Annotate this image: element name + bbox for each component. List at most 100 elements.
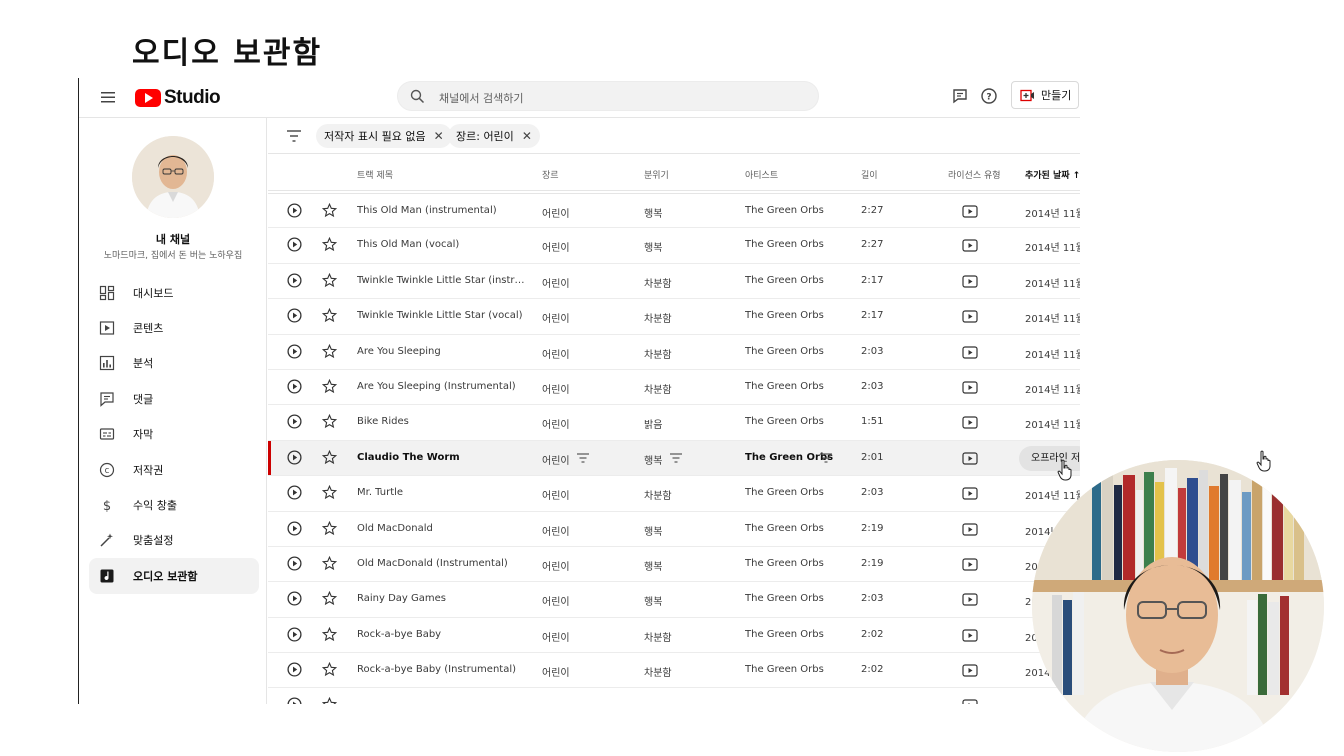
play-icon[interactable] — [287, 556, 302, 574]
create-button-label: 만들기 — [1041, 89, 1072, 102]
star-icon[interactable] — [321, 520, 338, 539]
play-icon[interactable] — [287, 308, 302, 326]
column-header-title[interactable]: 트랙 제목 — [357, 168, 393, 181]
table-row[interactable]: Rock-a-bye Baby (Instrumental) 어린이 차분함 The … — [268, 653, 1080, 689]
filter-chip-no-attribution[interactable]: 저작자 표시 필요 없음 ✕ — [316, 124, 452, 148]
sidebar-item-dashboard[interactable]: 대시보드 — [89, 275, 259, 310]
play-icon[interactable] — [287, 697, 302, 704]
star-icon[interactable] — [321, 449, 338, 468]
table-row[interactable]: Claudio The Worm 어린이 행복 The Green Orbs 2:01 오… — [268, 440, 1080, 477]
star-icon[interactable] — [321, 591, 338, 609]
column-header-license[interactable]: 라이선스 유형 — [948, 168, 1001, 181]
table-row[interactable]: This Old Man (instrumental) 어린이 행복 The Gree… — [268, 193, 1080, 229]
feedback-icon[interactable] — [951, 87, 969, 105]
hamburger-menu-icon[interactable] — [99, 88, 117, 106]
comments-icon — [99, 391, 115, 407]
sidebar-item-monetization[interactable]: $ 수익 창출 — [89, 487, 259, 522]
star-icon[interactable] — [321, 237, 338, 255]
track-length: 2:02 — [861, 664, 884, 676]
table-row[interactable]: Twinkle Twinkle Little Star (vocal) 어린이 차분… — [268, 299, 1080, 335]
filter-similar-icon[interactable] — [576, 452, 590, 467]
track-genre: 어린이 — [542, 209, 570, 220]
youtube-play-logo-icon — [135, 89, 161, 107]
column-header-date[interactable]: 추가된 날짜 ↑ — [1025, 168, 1080, 181]
play-icon[interactable] — [287, 379, 302, 397]
star-icon[interactable] — [321, 661, 338, 680]
filter-chip-label: 장르: 어린이 — [456, 130, 514, 143]
table-row[interactable]: Old MacDonald 어린이 행복 The Green Orbs 2:19 2014… — [268, 512, 1080, 547]
filter-similar-icon[interactable] — [819, 452, 833, 467]
svg-text:$: $ — [103, 499, 111, 513]
table-row[interactable]: Are You Sleeping 어린이 차분함 The Green Orbs 2:03… — [268, 335, 1080, 370]
star-icon[interactable] — [321, 272, 338, 291]
star-icon[interactable] — [321, 414, 338, 432]
table-row[interactable]: Rainy Day Games어린이행복The Green Orbs2:0320… — [268, 582, 1080, 618]
star-icon[interactable] — [321, 555, 338, 574]
star-icon[interactable] — [321, 202, 338, 221]
track-mood: 차분함 — [644, 314, 672, 326]
star-icon[interactable] — [321, 626, 338, 645]
track-mood: 행복 — [644, 455, 663, 467]
audio-library-panel: 저작자 표시 필요 없음 ✕ 장르: 어린이 ✕ 트랙 제목 장르 분위기 아티… — [268, 118, 1080, 704]
track-genre: 어린이 — [542, 384, 570, 396]
star-icon[interactable] — [321, 343, 338, 362]
studio-logo[interactable]: Studio — [135, 84, 221, 112]
column-header-length[interactable]: 길이 — [861, 168, 878, 181]
content-icon — [99, 320, 115, 336]
play-icon[interactable] — [287, 627, 302, 645]
track-genre: 어린이 — [542, 314, 570, 326]
track-title: Twinkle Twinkle Little Star (vocal) — [357, 310, 523, 322]
play-icon[interactable] — [287, 520, 302, 539]
star-icon[interactable] — [321, 378, 338, 397]
close-icon[interactable]: ✕ — [522, 129, 532, 143]
sidebar-item-subtitles[interactable]: 자막 — [89, 417, 259, 452]
close-icon[interactable]: ✕ — [434, 129, 444, 143]
play-icon[interactable] — [287, 485, 302, 503]
table-row[interactable]: Bike Rides 어린이 밝음 The Green Orbs 1:51 2014년 1… — [268, 405, 1080, 441]
star-icon[interactable] — [321, 308, 338, 326]
subtitles-icon — [99, 426, 115, 442]
sidebar-item-comments[interactable]: 댓글 — [89, 381, 259, 416]
youtube-studio-window: Studio 채널에서 검색하기 ? 만들기 내 채널 노마드마크, 집에서 돈… — [78, 78, 1080, 704]
track-mood: 행복 — [644, 597, 663, 609]
play-icon[interactable] — [287, 344, 302, 362]
play-icon[interactable] — [287, 414, 302, 432]
column-header-genre[interactable]: 장르 — [542, 168, 559, 181]
play-icon[interactable] — [287, 662, 302, 680]
sidebar-item-content[interactable]: 콘텐츠 — [89, 310, 259, 345]
sidebar-item-copyright[interactable]: c 저작권 — [89, 452, 259, 487]
filter-bar: 저작자 표시 필요 없음 ✕ 장르: 어린이 ✕ — [268, 118, 1080, 154]
filter-similar-icon[interactable] — [669, 452, 683, 467]
filter-chip-genre[interactable]: 장르: 어린이 ✕ — [448, 124, 540, 148]
track-mood: 밝음 — [644, 420, 663, 432]
track-list: This Old Man (instrumental) 어린이 행복 The Gree… — [268, 193, 1080, 704]
star-icon[interactable] — [321, 697, 338, 704]
star-icon[interactable] — [321, 484, 338, 503]
track-length: 2:02 — [861, 628, 884, 640]
play-icon[interactable] — [287, 203, 302, 221]
table-row[interactable]: This Old Man (vocal) 어린이 행복 The Green Orbs 2… — [268, 228, 1080, 264]
create-button[interactable]: 만들기 — [1011, 81, 1079, 109]
play-icon[interactable] — [287, 237, 302, 255]
channel-search-input[interactable]: 채널에서 검색하기 — [397, 81, 819, 111]
table-row[interactable]: Mr. Turtle 어린이 차분함 The Green Orbs 2:03 2014년 … — [268, 476, 1080, 512]
table-row[interactable] — [268, 688, 1080, 704]
sidebar-item-analytics[interactable]: 분석 — [89, 346, 259, 381]
track-artist: The Green Orbs — [745, 205, 824, 216]
filter-icon[interactable] — [286, 129, 302, 143]
column-header-mood[interactable]: 분위기 — [644, 168, 669, 181]
track-date-added: 2014년 11월 — [1025, 243, 1080, 255]
table-row[interactable]: Twinkle Twinkle Little Star (instrumenta… — [268, 264, 1080, 300]
table-row[interactable]: Old MacDonald (Instrumental) 어린이 행복 The Gre… — [268, 547, 1080, 583]
play-icon[interactable] — [287, 450, 302, 468]
table-row[interactable]: Are You Sleeping (Instrumental) 어린이 차분함 The… — [268, 370, 1080, 406]
channel-avatar[interactable] — [132, 136, 214, 218]
sidebar-item-customization[interactable]: 맞춤설정 — [89, 523, 259, 558]
play-icon[interactable] — [287, 591, 302, 609]
play-icon[interactable] — [287, 273, 302, 291]
help-icon[interactable]: ? — [980, 87, 998, 105]
license-icon — [962, 452, 978, 468]
sidebar-item-audio-library[interactable]: 오디오 보관함 — [89, 558, 259, 594]
table-row[interactable]: Rock-a-bye Baby어린이차분함The Green Orbs2:022… — [268, 618, 1080, 654]
column-header-artist[interactable]: 아티스트 — [745, 168, 778, 181]
